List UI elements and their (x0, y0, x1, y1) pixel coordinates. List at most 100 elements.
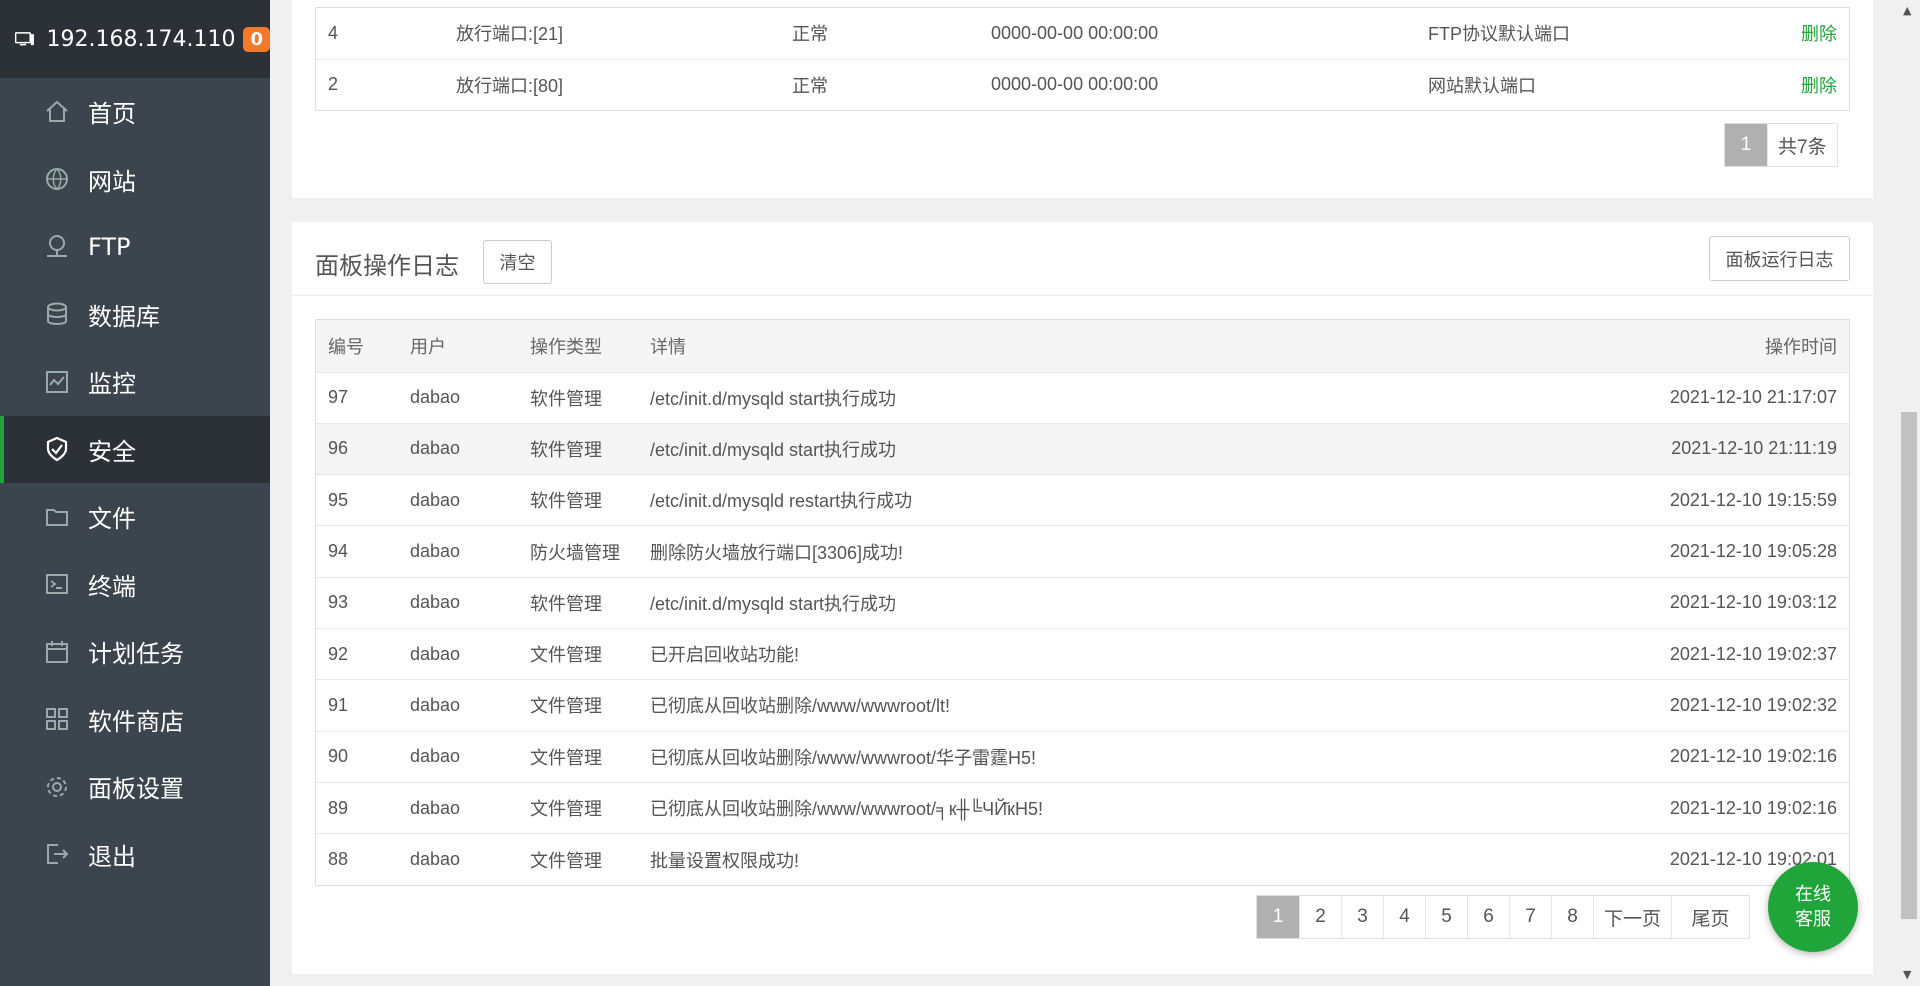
delete-link[interactable]: 删除 (1689, 8, 1849, 60)
cell-id: 90 (316, 731, 398, 783)
next-page-button[interactable]: 下一页 (1593, 896, 1671, 938)
cell-type: 软件管理 (518, 423, 638, 476)
folder-icon (44, 504, 70, 530)
server-ip: 192.168.174.110 (46, 26, 236, 52)
sidebar-item-8[interactable]: 计划任务 (0, 618, 270, 686)
page-6[interactable]: 6 (1467, 896, 1509, 938)
page-7[interactable]: 7 (1509, 896, 1551, 938)
sidebar-item-5[interactable]: 安全 (0, 415, 270, 483)
cell-user: dabao (398, 627, 518, 681)
cell-detail: 批量设置权限成功! (638, 833, 1589, 885)
page-8[interactable]: 8 (1551, 896, 1593, 938)
sidebar-item-label: 文件 (88, 505, 136, 534)
panel-title: 面板操作日志 (315, 252, 459, 280)
cell-user: dabao (398, 525, 518, 578)
cell-detail: 已彻底从回收站删除/www/wwwroot/华子雷霆H5! (638, 731, 1589, 783)
cell-id: 2 (328, 74, 339, 95)
sidebar-item-7[interactable]: 终端 (0, 551, 270, 619)
sidebar-item-2[interactable]: FTP (0, 213, 270, 281)
cell-rule: 放行端口:[21] (444, 8, 780, 60)
scroll-up-icon[interactable]: ▲ (1903, 4, 1911, 17)
page-4[interactable]: 4 (1383, 896, 1425, 938)
sidebar-item-11[interactable]: 退出 (0, 821, 270, 889)
notification-badge[interactable]: 0 (243, 26, 270, 52)
sidebar-item-9[interactable]: 软件商店 (0, 686, 270, 754)
sidebar-item-1[interactable]: 网站 (0, 146, 270, 214)
total-count: 共7条 (1767, 124, 1837, 166)
calendar-icon (44, 639, 70, 665)
online-support-button[interactable]: 在线 客服 (1768, 862, 1858, 952)
cell-time: 2021-12-10 19:03:12 (1589, 576, 1849, 629)
cell-detail: /etc/init.d/mysqld restart执行成功 (638, 474, 1589, 527)
table-row: 91 dabao 文件管理 已彻底从回收站删除/www/wwwroot/lt! 2021… (316, 679, 1849, 732)
cell-id: 95 (316, 474, 398, 527)
page-3[interactable]: 3 (1341, 896, 1383, 938)
sidebar-item-6[interactable]: 文件 (0, 483, 270, 551)
cell-type: 文件管理 (518, 833, 638, 885)
cell-id: 88 (316, 833, 398, 885)
cell-type: 软件管理 (518, 372, 638, 424)
apps-icon (44, 706, 70, 732)
cell-note: 网站默认端口 (1428, 75, 1536, 96)
sidebar-item-label: 面板设置 (88, 775, 184, 804)
cell-user: dabao (398, 731, 518, 783)
cell-time: 2021-12-10 21:11:19 (1589, 423, 1849, 476)
clear-button[interactable]: 清空 (483, 240, 552, 284)
col-time: 操作时间 (1589, 320, 1849, 373)
cell-id: 91 (316, 679, 398, 732)
sidebar-menu: 首页网站 FTP 数据库监控安全文件终端计划任务 软件商店面板设置退出 (0, 78, 270, 888)
cell-type: 软件管理 (518, 576, 638, 629)
table-row: 89 dabao 文件管理 已彻底从回收站删除/www/wwwroot/╕к╫╚ЧЙ̆… (316, 782, 1849, 835)
cell-time: 2021-12-10 19:02:37 (1589, 627, 1849, 681)
sidebar-item-0[interactable]: 首页 (0, 78, 270, 146)
delete-link[interactable]: 删除 (1689, 59, 1849, 110)
run-log-button[interactable]: 面板运行日志 (1709, 236, 1850, 281)
cell-type: 文件管理 (518, 782, 638, 835)
table-row: 96 dabao 软件管理/etc/init.d/mysqld start执行成功 2… (316, 423, 1849, 476)
port-rules-panel: 4 放行端口:[21] 正常 0000-00-00 00:00:00 FTP协议默认端口… (292, 0, 1873, 198)
scrollbar[interactable]: ▲ ▼ (1897, 0, 1920, 986)
page-1[interactable]: 1 (1725, 124, 1767, 166)
cell-user: dabao (398, 372, 518, 424)
sidebar-item-4[interactable]: 监控 (0, 348, 270, 416)
page-1[interactable]: 1 (1257, 896, 1299, 938)
table-row: 92 dabao 文件管理 已开启回收站功能! 2021-12-10 19:02:37 (316, 627, 1849, 681)
cell-id: 89 (316, 782, 398, 835)
sidebar-item-label: 终端 (88, 572, 136, 601)
scroll-thumb[interactable] (1901, 412, 1917, 919)
scroll-down-icon[interactable]: ▼ (1903, 968, 1911, 981)
cell-user: dabao (398, 423, 518, 476)
chat-label-2: 客服 (1795, 909, 1831, 930)
sidebar-item-10[interactable]: 面板设置 (0, 753, 270, 821)
cell-user: dabao (398, 679, 518, 732)
last-page-button[interactable]: 尾页 (1671, 896, 1749, 938)
sidebar-item-label: 监控 (88, 370, 136, 399)
chat-label-1: 在线 (1795, 884, 1831, 905)
sidebar-item-label: 安全 (88, 437, 136, 466)
cell-type: 文件管理 (518, 627, 638, 681)
cell-time: 2021-12-10 19:02:32 (1589, 679, 1849, 732)
sidebar-item-label: 网站 (88, 167, 136, 196)
terminal-icon (44, 571, 70, 597)
cell-time: 2021-12-10 19:02:16 (1589, 782, 1849, 835)
cell-detail: /etc/init.d/mysqld start执行成功 (638, 372, 1589, 424)
sidebar-footer (0, 885, 270, 986)
cell-id: 93 (316, 576, 398, 629)
table-row: 2 放行端口:[80] 正常 0000-00-00 00:00:00 网站默认端口 删除 (316, 59, 1849, 110)
operation-log-panel: 面板操作日志 清空 面板运行日志 编号 用户 操作类型 详情 操作时间 97 da… (292, 222, 1873, 974)
col-detail: 详情 (638, 320, 1589, 373)
database-icon (44, 301, 70, 327)
sidebar-item-3[interactable]: 数据库 (0, 281, 270, 349)
log-pagination: 1 2 3 4 5 6 7 8 下一页 尾页 (1256, 895, 1751, 939)
computer-icon (15, 32, 34, 46)
cell-time: 0000-00-00 00:00:00 (991, 74, 1159, 95)
ftp-icon (44, 234, 70, 260)
cell-status: 正常 (780, 8, 979, 60)
page-5[interactable]: 5 (1425, 896, 1467, 938)
table-row: 93 dabao 软件管理/etc/init.d/mysqld start执行成功 2… (316, 576, 1849, 629)
sidebar-item-label: 首页 (88, 100, 136, 129)
cell-note: FTP协议默认端口 (1416, 8, 1689, 60)
cell-time: 2021-12-10 19:05:28 (1589, 525, 1849, 578)
sidebar: 192.168.174.110 0 首页网站 FTP 数据库监控安全文件终端计划任务… (0, 0, 270, 986)
page-2[interactable]: 2 (1299, 896, 1341, 938)
